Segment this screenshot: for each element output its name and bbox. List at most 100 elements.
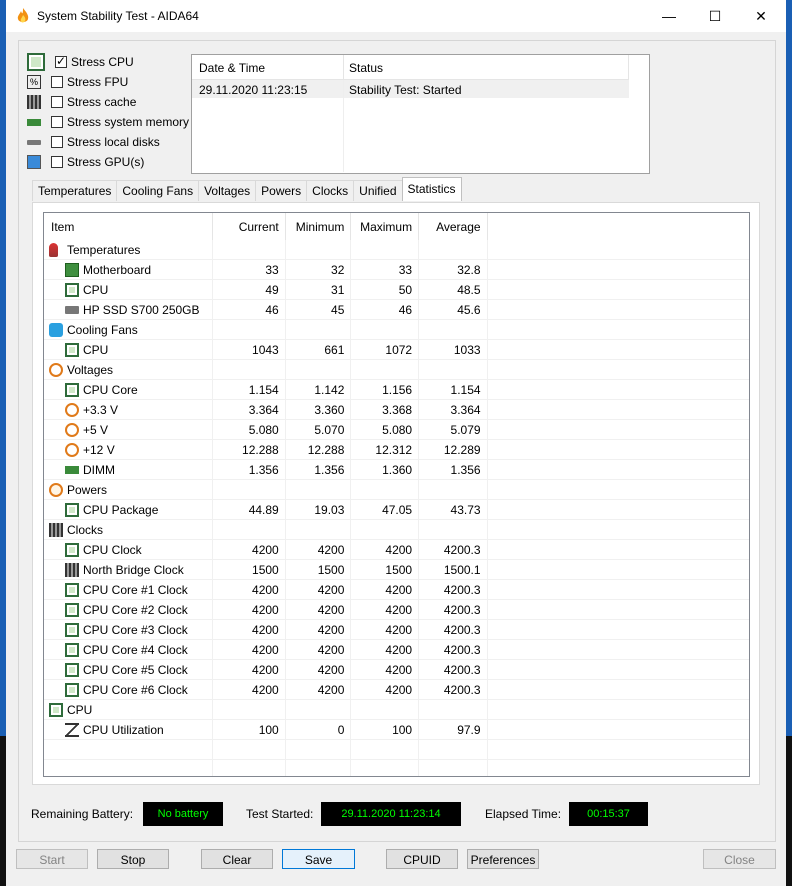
close-button[interactable]: Close (703, 849, 776, 869)
stress-cache-option[interactable]: Stress cache (27, 92, 192, 112)
table-row[interactable]: CPU Core #4 Clock 4200 4200 4200 4200.3 (44, 639, 749, 660)
tab-statistics[interactable]: Statistics (401, 177, 462, 201)
cell-filler (487, 399, 749, 420)
cpu-chip-icon (65, 642, 79, 657)
column-header-minimum[interactable]: Minimum (285, 213, 352, 240)
item-label: Motherboard (83, 262, 152, 277)
group-row[interactable]: Cooling Fans (44, 319, 749, 340)
cpu-chip-icon (49, 702, 63, 717)
cpu-chip-icon (65, 342, 79, 357)
stress-cpu-checkbox[interactable] (55, 54, 67, 68)
cell-minimum (285, 319, 352, 340)
status-log-list[interactable]: Date & Time Status 29.11.2020 11:23:15 S… (191, 54, 650, 174)
table-row[interactable]: CPU Core 1.154 1.142 1.156 1.154 (44, 379, 749, 400)
cell-maximum: 4200 (350, 679, 420, 700)
stress-disks-checkbox[interactable] (51, 136, 63, 148)
battery-label: Remaining Battery: (31, 807, 134, 821)
maximize-button[interactable]: ☐ (692, 0, 738, 32)
group-row[interactable]: Voltages (44, 359, 749, 380)
minimize-button[interactable]: — (646, 0, 692, 32)
stress-gpu-checkbox[interactable] (51, 156, 63, 168)
start-button[interactable]: Start (16, 849, 88, 869)
cell-minimum (285, 479, 352, 500)
column-header-average[interactable]: Average (418, 213, 488, 240)
item-label: CPU Core #2 Clock (83, 602, 188, 617)
column-header-current[interactable]: Current (212, 213, 286, 240)
table-row[interactable]: CPU Core #5 Clock 4200 4200 4200 4200.3 (44, 659, 749, 680)
table-row[interactable]: CPU Core #1 Clock 4200 4200 4200 4200.3 (44, 579, 749, 600)
group-row[interactable]: Temperatures (44, 240, 749, 260)
item-label: CPU Core #4 Clock (83, 642, 188, 657)
log-row[interactable]: 29.11.2020 11:23:15 Stability Test: Star… (192, 80, 629, 98)
table-row[interactable]: +12 V 12.288 12.288 12.312 12.289 (44, 439, 749, 460)
group-row[interactable]: Powers (44, 479, 749, 500)
column-header-maximum[interactable]: Maximum (350, 213, 420, 240)
log-header-datetime[interactable]: Date & Time (192, 55, 344, 80)
stress-fpu-option[interactable]: % Stress FPU (27, 72, 192, 92)
group-row[interactable]: Clocks (44, 519, 749, 540)
table-row[interactable]: +5 V 5.080 5.070 5.080 5.079 (44, 419, 749, 440)
cell-minimum: 4200 (285, 659, 352, 680)
table-row[interactable]: Motherboard 33 32 33 32.8 (44, 259, 749, 280)
cell-maximum: 47.05 (350, 499, 420, 520)
stress-memory-option[interactable]: Stress system memory (27, 112, 192, 132)
cell-maximum (350, 240, 420, 260)
table-row[interactable]: North Bridge Clock 1500 1500 1500 1500.1 (44, 559, 749, 580)
tab-unified[interactable]: Unified (353, 180, 403, 201)
stress-disks-option[interactable]: Stress local disks (27, 132, 192, 152)
save-button[interactable]: Save (282, 849, 355, 869)
cell-average: 1.154 (418, 379, 488, 400)
table-row[interactable]: CPU Core #3 Clock 4200 4200 4200 4200.3 (44, 619, 749, 640)
stress-fpu-checkbox[interactable] (51, 76, 63, 88)
table-row[interactable]: HP SSD S700 250GB 46 45 46 45.6 (44, 299, 749, 320)
item-label: DIMM (83, 462, 115, 477)
cell-item: CPU Core #3 Clock (44, 619, 213, 640)
cell-average: 4200.3 (418, 579, 488, 600)
stop-button[interactable]: Stop (97, 849, 169, 869)
cpu-chip-icon (65, 502, 79, 517)
stress-cache-checkbox[interactable] (51, 96, 63, 108)
stress-cpu-option[interactable]: Stress CPU (27, 52, 192, 72)
tab-temperatures[interactable]: Temperatures (32, 180, 118, 201)
empty-cell (285, 739, 352, 760)
cell-average: 97.9 (418, 719, 488, 740)
column-header-item[interactable]: Item (44, 213, 213, 240)
log-header-status[interactable]: Status (344, 55, 629, 80)
tab-clocks[interactable]: Clocks (306, 180, 355, 201)
cell-item: Voltages (44, 359, 213, 380)
cell-filler (487, 339, 749, 360)
tab-powers[interactable]: Powers (255, 180, 308, 201)
empty-cell (487, 759, 749, 776)
table-row[interactable]: CPU Core #6 Clock 4200 4200 4200 4200.3 (44, 679, 749, 700)
statistics-grid[interactable]: Item Current Minimum Maximum Average Tem… (43, 212, 750, 777)
table-row[interactable]: +3.3 V 3.364 3.360 3.368 3.364 (44, 399, 749, 420)
cell-item: CPU Core #6 Clock (44, 679, 213, 700)
title-bar[interactable]: System Stability Test - AIDA64 — ☐ ✕ (6, 0, 786, 32)
cell-maximum: 1.360 (350, 459, 420, 480)
cpu-chip-icon (65, 382, 79, 397)
table-row[interactable]: CPU Clock 4200 4200 4200 4200.3 (44, 539, 749, 560)
cell-maximum: 4200 (350, 539, 420, 560)
group-row[interactable]: CPU (44, 699, 749, 720)
table-row[interactable]: CPU Core #2 Clock 4200 4200 4200 4200.3 (44, 599, 749, 620)
cpu-chip-icon (65, 542, 79, 557)
stress-memory-checkbox[interactable] (51, 116, 63, 128)
table-row[interactable]: DIMM 1.356 1.356 1.360 1.356 (44, 459, 749, 480)
close-window-button[interactable]: ✕ (738, 0, 784, 32)
stress-gpu-option[interactable]: Stress GPU(s) (27, 152, 192, 172)
cpuid-button[interactable]: CPUID (386, 849, 458, 869)
cell-average: 1.356 (418, 459, 488, 480)
preferences-button[interactable]: Preferences (467, 849, 539, 869)
cell-current: 4200 (212, 679, 286, 700)
item-label: HP SSD S700 250GB (83, 302, 200, 317)
table-row[interactable]: CPU Utilization 100 0 100 97.9 (44, 719, 749, 740)
tab-cooling-fans[interactable]: Cooling Fans (116, 180, 200, 201)
tab-voltages[interactable]: Voltages (198, 180, 257, 201)
table-row[interactable]: CPU Package 44.89 19.03 47.05 43.73 (44, 499, 749, 520)
log-row-status: Stability Test: Started (349, 83, 462, 97)
table-row[interactable]: CPU 1043 661 1072 1033 (44, 339, 749, 360)
clear-button[interactable]: Clear (201, 849, 273, 869)
table-row[interactable]: CPU 49 31 50 48.5 (44, 279, 749, 300)
cell-current: 4200 (212, 639, 286, 660)
cell-average: 1033 (418, 339, 488, 360)
